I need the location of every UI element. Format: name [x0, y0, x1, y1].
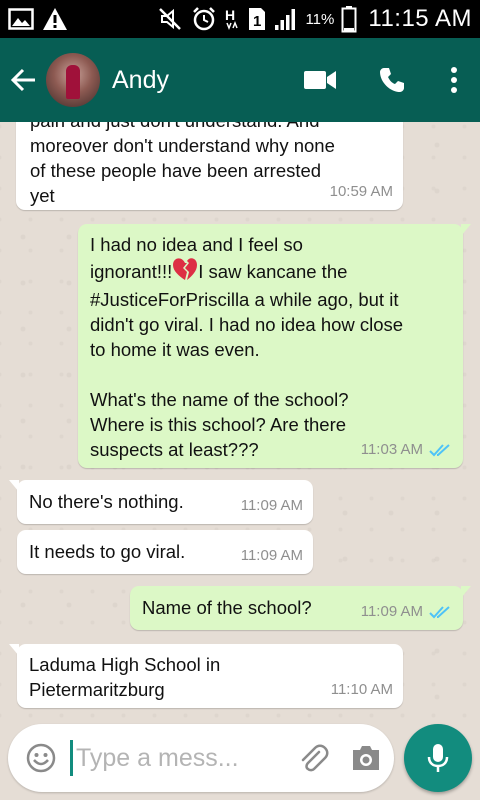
- message-time: 11:09 AM: [240, 547, 303, 564]
- message-meta: 11:10 AM: [331, 677, 393, 702]
- svg-text:1: 1: [253, 13, 261, 30]
- warning-icon: [42, 7, 68, 31]
- message-time: 10:59 AM: [329, 183, 393, 200]
- sim-1-icon: 1: [247, 6, 267, 32]
- message-meta: 11:03 AM: [361, 437, 453, 462]
- back-arrow-icon: [10, 68, 35, 92]
- video-call-button[interactable]: [284, 38, 356, 122]
- message-time: 11:10 AM: [330, 681, 393, 698]
- message-incoming[interactable]: No there's nothing. 11:09 AM: [9, 480, 313, 524]
- message-incoming[interactable]: Laduma High School in Pietermaritzburg 1…: [9, 644, 403, 708]
- alarm-icon: [191, 6, 217, 32]
- battery-icon: [341, 5, 357, 33]
- message-input[interactable]: [76, 743, 246, 773]
- battery-percent: 11%: [305, 10, 335, 28]
- attach-icon: [301, 744, 329, 772]
- voice-message-button[interactable]: [404, 724, 472, 792]
- message-text-part: I saw kancane the #JusticeForPriscilla a…: [90, 261, 404, 460]
- read-ticks-icon: [429, 443, 450, 456]
- message-time: 11:09 AM: [360, 603, 423, 620]
- message-meta: 11:09 AM: [361, 599, 453, 624]
- message-time: 11:09 AM: [240, 497, 303, 514]
- video-call-icon: [304, 71, 336, 89]
- camera-button[interactable]: [338, 724, 394, 792]
- message-time: 11:03 AM: [360, 441, 423, 458]
- gallery-icon: [8, 8, 34, 30]
- emoji-button[interactable]: [12, 724, 70, 792]
- more-options-button[interactable]: [428, 38, 480, 122]
- emoji-icon: [26, 743, 56, 773]
- message-incoming[interactable]: pain and just don't understand. And more…: [16, 122, 403, 210]
- broken-heart-icon: [172, 257, 198, 287]
- signal-icon: [274, 7, 298, 31]
- chat-header: Andy: [0, 38, 480, 122]
- message-incoming[interactable]: It needs to go viral. 11:09 AM: [17, 530, 313, 574]
- mute-icon: [158, 7, 184, 31]
- status-bar: H 1 11% 11:15 AM: [0, 0, 480, 38]
- message-meta: 11:09 AM: [241, 543, 303, 568]
- svg-text:H: H: [225, 7, 235, 23]
- camera-icon: [353, 746, 379, 770]
- h-plus-icon: H: [224, 6, 240, 32]
- more-vertical-icon: [451, 67, 457, 93]
- message-composer: [8, 724, 394, 792]
- message-meta: 10:59 AM: [330, 179, 393, 204]
- read-ticks-icon: [429, 605, 450, 618]
- message-outgoing[interactable]: Name of the school? 11:09 AM: [130, 586, 471, 630]
- message-outgoing[interactable]: I had no idea and I feel so ignorant!!! I…: [78, 224, 471, 468]
- microphone-icon: [427, 744, 449, 772]
- message-text: I had no idea and I feel so ignorant!!! I…: [90, 232, 453, 462]
- attach-button[interactable]: [288, 724, 338, 792]
- contact-name[interactable]: Andy: [112, 66, 284, 95]
- voice-call-button[interactable]: [356, 38, 428, 122]
- input-wrapper: [70, 724, 288, 792]
- status-time: 11:15 AM: [368, 5, 472, 32]
- back-button[interactable]: [4, 38, 44, 122]
- text-caret: [70, 740, 73, 776]
- phone-icon: [380, 68, 404, 92]
- avatar[interactable]: [46, 53, 100, 107]
- message-list[interactable]: pain and just don't understand. And more…: [0, 122, 480, 720]
- message-meta: 11:09 AM: [241, 493, 303, 518]
